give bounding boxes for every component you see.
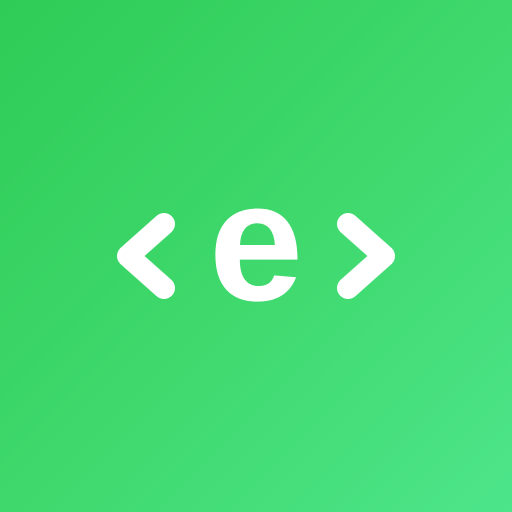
logo: e [117, 147, 395, 337]
letter-e-mark: e [209, 147, 304, 337]
chevron-left-icon [117, 213, 175, 299]
app-icon: e [0, 0, 512, 512]
chevron-right-icon [337, 213, 395, 299]
